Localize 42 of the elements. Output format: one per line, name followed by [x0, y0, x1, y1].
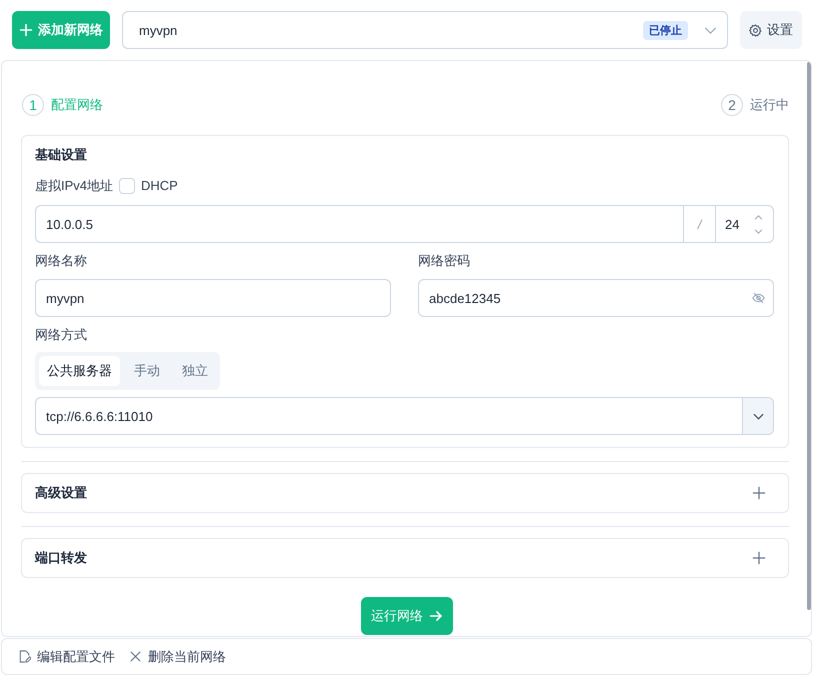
- field-label: 网络名称: [35, 252, 87, 270]
- collapsible-section[interactable]: 高级设置: [21, 473, 789, 513]
- plus-icon[interactable]: [752, 486, 766, 500]
- network-name-field[interactable]: myvpn: [35, 279, 391, 317]
- dropdown-button[interactable]: [742, 398, 773, 434]
- checkbox-label: DHCP: [141, 177, 178, 195]
- close-icon: [129, 650, 142, 663]
- mode-option[interactable]: 独立: [174, 356, 216, 386]
- settings-icon: [749, 24, 762, 36]
- chevron-down-icon: [704, 26, 717, 34]
- step-number: 1: [22, 94, 44, 116]
- delete-network-button[interactable]: 删除当前网络: [129, 648, 226, 666]
- edit-file-icon: [18, 650, 31, 663]
- plus-icon: [19, 23, 33, 37]
- mode-option[interactable]: 手动: [126, 356, 168, 386]
- ip-address-field[interactable]: 10.0.0.5: [35, 205, 683, 243]
- chevron-down-icon: [752, 412, 764, 420]
- prefix-separator: /: [683, 205, 715, 243]
- section-title: 端口转发: [35, 549, 87, 567]
- mode-option[interactable]: 公共服务器: [39, 356, 120, 386]
- status-badge: 已停止: [643, 20, 688, 40]
- chevron-up-icon[interactable]: [754, 214, 763, 220]
- edit-config-button[interactable]: 编辑配置文件: [18, 648, 115, 666]
- network-password-field[interactable]: abcde12345: [418, 279, 774, 317]
- field-label: 虚拟IPv4地址: [35, 177, 114, 195]
- collapsible-section[interactable]: 端口转发: [21, 538, 789, 578]
- section-title: 高级设置: [35, 484, 87, 502]
- plus-icon[interactable]: [752, 551, 766, 565]
- prefix-length-field[interactable]: 24: [715, 205, 774, 243]
- scrollbar-thumb[interactable]: [807, 62, 811, 610]
- card-title: 基础设置: [35, 146, 87, 164]
- field-label: 网络方式: [35, 326, 87, 344]
- eye-off-icon[interactable]: [752, 292, 765, 304]
- settings-button[interactable]: 设置: [740, 11, 802, 49]
- arrow-right-icon: [429, 609, 443, 623]
- step-number: 2: [721, 94, 743, 116]
- network-select[interactable]: myvpn 已停止: [122, 11, 728, 49]
- chevron-down-icon[interactable]: [754, 228, 763, 234]
- field-label: 网络密码: [418, 252, 470, 270]
- step-label[interactable]: 运行中: [750, 96, 789, 114]
- dhcp-checkbox[interactable]: [119, 178, 136, 194]
- server-select[interactable]: tcp://6.6.6.6:11010: [35, 397, 774, 435]
